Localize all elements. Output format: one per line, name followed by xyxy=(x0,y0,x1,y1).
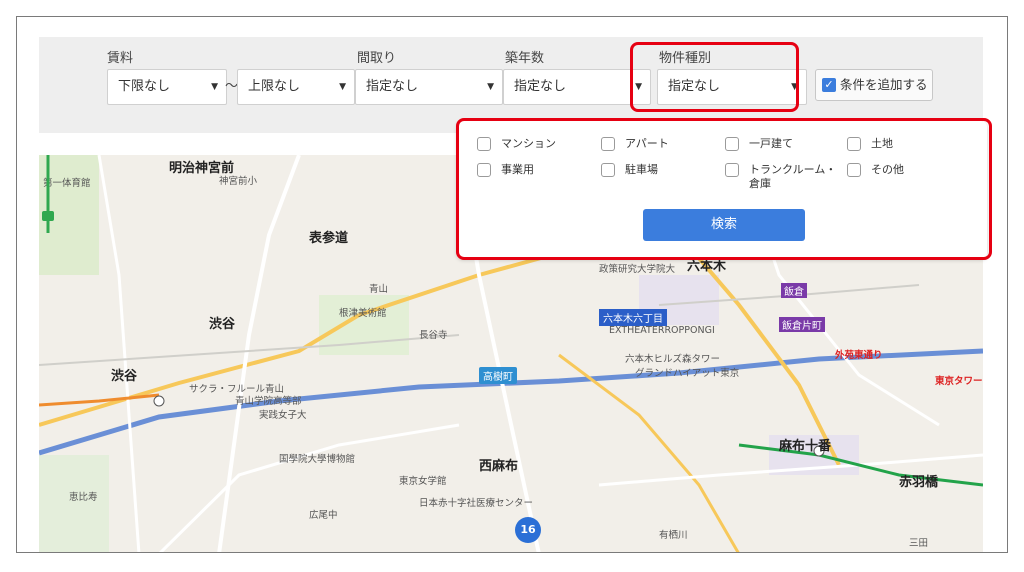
rent-max-value: 上限なし xyxy=(248,79,301,94)
age-value: 指定なし xyxy=(514,79,567,94)
map-label-kokugakuin: 国學院大學博物館 xyxy=(279,454,356,465)
map-label-hiroo: 広尾中 xyxy=(309,510,338,521)
map-label-gaien: 外苑東通り xyxy=(835,350,883,361)
map-label-ebisu: 恵比寿 xyxy=(69,492,98,503)
map-cluster-marker[interactable]: 16 xyxy=(515,517,541,543)
layout-value: 指定なし xyxy=(366,79,419,94)
age-select[interactable]: 指定なし ▼ xyxy=(503,69,651,105)
map-label-jingu: 神宮前小 xyxy=(219,176,258,187)
map-label-roppongi-7: 六本木六丁目 xyxy=(599,309,667,326)
map-label-hills: 六本木ヒルズ森タワー xyxy=(625,354,721,365)
map-label-grand-hyatt: グランドハイアット東京 xyxy=(635,368,740,379)
map-label-shibuya-st: 渋谷 xyxy=(111,369,138,384)
rent-label: 賃料 xyxy=(107,51,134,66)
map-label-arisugawa: 有栖川 xyxy=(659,530,688,541)
map-label-nishiazabu: 西麻布 xyxy=(479,459,519,474)
map-label-omotesando: 表参道 xyxy=(309,231,349,246)
map-label-ex: EXTHEATERROPPONGI xyxy=(609,325,715,336)
chevron-down-icon: ▼ xyxy=(487,82,494,92)
highlight-type-select xyxy=(630,42,799,112)
app-frame: 賃料 下限なし ▼ 〜 上限なし ▼ 間取り 指定なし ▼ 築年数 指定なし ▼… xyxy=(16,16,1008,553)
highlight-property-type-dropdown xyxy=(456,118,992,260)
map-label-mitsui: 三田 xyxy=(909,538,929,549)
map-label-iikura-katamachi: 飯倉片町 xyxy=(779,317,825,332)
rent-min-value: 下限なし xyxy=(118,79,171,94)
layout-label: 間取り xyxy=(357,51,397,66)
age-label: 築年数 xyxy=(505,51,545,66)
add-condition-label: 条件を追加する xyxy=(840,77,928,92)
map-label-sakura: サクラ・フルール青山 xyxy=(189,384,285,395)
map-label-nezu: 根津美術館 xyxy=(339,308,387,319)
map-label-azabujuban: 麻布十番 xyxy=(779,439,832,454)
map-label-akabanebashi: 赤羽橋 xyxy=(899,475,939,490)
map-label-tokyo-tower: 東京タワー xyxy=(935,376,983,387)
rent-max-select[interactable]: 上限なし ▼ xyxy=(237,69,355,105)
map-label-shibuya: 渋谷 xyxy=(209,317,236,332)
layout-select[interactable]: 指定なし ▼ xyxy=(355,69,503,105)
map-label-aoyama-gakuin: 青山学院高等部 xyxy=(235,396,302,407)
map-label-nisseki: 日本赤十字社医療センター xyxy=(419,498,534,509)
add-condition-button[interactable]: ✓ 条件を追加する xyxy=(815,69,933,101)
checkbox-checked-icon: ✓ xyxy=(822,78,836,92)
map-label-chojuji: 長谷寺 xyxy=(419,330,448,341)
map-label-takagicho: 高樹町 xyxy=(479,367,517,384)
map-zoom-slider[interactable] xyxy=(39,155,57,233)
map-label-iikura: 飯倉 xyxy=(781,283,807,298)
map-label-jitsujo: 実践女子大 xyxy=(259,410,307,421)
chevron-down-icon: ▼ xyxy=(211,82,218,92)
rent-min-select[interactable]: 下限なし ▼ xyxy=(107,69,227,105)
map-label-seisaku: 政策研究大学院大 xyxy=(599,264,676,275)
chevron-down-icon: ▼ xyxy=(339,82,346,92)
map-label-tokyo-joshi: 東京女学館 xyxy=(399,476,447,487)
map-label-aoyama: 青山 xyxy=(369,284,389,295)
